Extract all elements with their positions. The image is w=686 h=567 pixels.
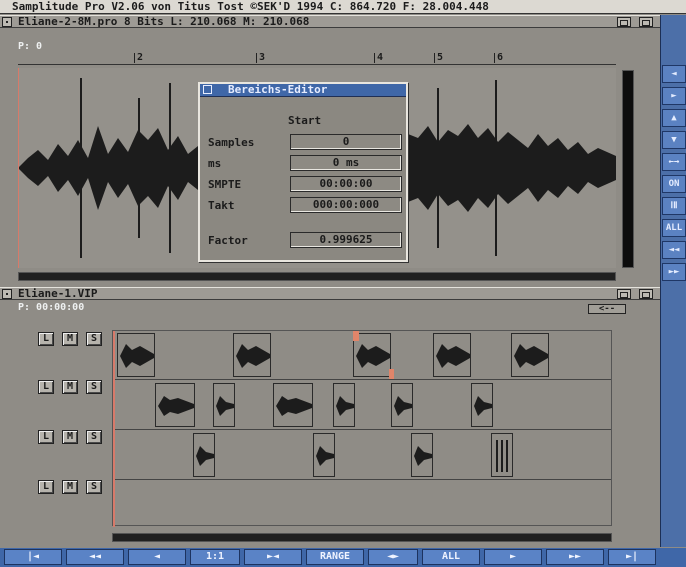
track-divider [113, 379, 611, 380]
close-icon[interactable] [2, 289, 12, 299]
track3-lock-button[interactable]: L [38, 430, 54, 444]
audio-clip[interactable] [411, 433, 433, 477]
audio-clip[interactable] [117, 333, 155, 377]
window2-position: P: 00:00:00 [18, 302, 85, 313]
track1-solo-button[interactable]: S [86, 332, 102, 346]
audio-clip[interactable] [511, 333, 549, 377]
zoom-1-1-button[interactable]: 1:1 [190, 549, 240, 565]
screen-title-bar: Samplitude Pro V2.06 von Titus Tost ©SEK… [0, 0, 686, 14]
window1-title: Eliane-2-8M.pro 8 Bits L: 210.068 M: 210… [18, 15, 310, 28]
goto-end-button[interactable]: ►| [608, 549, 656, 565]
audio-clip[interactable] [273, 383, 313, 427]
track3-mute-button[interactable]: M [62, 430, 78, 444]
sidebar-button-5[interactable]: ←→ [662, 153, 686, 171]
play-button[interactable]: ► [484, 549, 542, 565]
track4-lock-button[interactable]: L [38, 480, 54, 494]
forward-button[interactable]: ►► [546, 549, 604, 565]
range-button[interactable]: RANGE [306, 549, 364, 565]
track1-lock-button[interactable]: L [38, 332, 54, 346]
factor-field[interactable]: 0.999625 [290, 232, 402, 248]
marker-2[interactable]: 2 [134, 53, 143, 63]
dialog-title: Bereichs-Editor [228, 83, 328, 96]
depth-icon[interactable] [639, 289, 653, 299]
audio-clip[interactable] [313, 433, 335, 477]
zoom-in-button[interactable]: ►◄ [244, 549, 302, 565]
track-divider [113, 479, 611, 480]
sidebar-button-3[interactable]: ▲ [662, 109, 686, 127]
audio-clip[interactable] [391, 383, 413, 427]
zoom-icon[interactable] [617, 17, 631, 27]
track2-solo-button[interactable]: S [86, 380, 102, 394]
track3-solo-button[interactable]: S [86, 430, 102, 444]
factor-label: Factor [208, 234, 248, 247]
sidebar-button-8[interactable]: ALL [662, 219, 686, 237]
close-icon[interactable] [2, 17, 12, 27]
range-editor-dialog[interactable]: Bereichs-Editor Start Samples 0 ms 0 ms … [198, 82, 408, 262]
smpte-field[interactable]: 00:00:00 [290, 176, 402, 192]
sidebar-button-6[interactable]: ON [662, 175, 686, 193]
zoom-icon[interactable] [617, 289, 631, 299]
window2-title: Eliane-1.VIP [18, 287, 98, 300]
audio-clip[interactable] [213, 383, 235, 427]
marker-4[interactable]: 4 [374, 53, 383, 63]
audio-clip[interactable] [491, 433, 513, 477]
cue-marker[interactable] [389, 369, 394, 379]
track4-mute-button[interactable]: M [62, 480, 78, 494]
samples-field[interactable]: 0 [290, 134, 402, 150]
depth-icon[interactable] [639, 17, 653, 27]
sidebar-button-2[interactable]: ► [662, 87, 686, 105]
ms-label: ms [208, 157, 222, 170]
transport-toolbar: |◄ ◄◄ ◄ 1:1 ►◄ RANGE ◄► ALL ► ►► ►| [0, 548, 686, 567]
sidebar-button-10[interactable]: ►► [662, 263, 686, 281]
cue-marker[interactable] [353, 331, 359, 341]
sidebar-button-9[interactable]: ◄◄ [662, 241, 686, 259]
window1-ruler[interactable]: 2 3 4 5 6 [18, 53, 616, 65]
zoom-out-button[interactable]: ◄► [368, 549, 418, 565]
track-area[interactable] [112, 330, 612, 527]
takt-label: Takt [208, 199, 235, 212]
screen-title: Samplitude Pro V2.06 von Titus Tost ©SEK… [12, 0, 489, 13]
smpte-label: SMPTE [208, 178, 242, 191]
marker-3[interactable]: 3 [256, 53, 265, 63]
window1-title-bar[interactable]: Eliane-2-8M.pro 8 Bits L: 210.068 M: 210… [0, 15, 660, 28]
track4-solo-button[interactable]: S [86, 480, 102, 494]
marker-6[interactable]: 6 [494, 53, 503, 63]
window1-hscroll[interactable] [18, 272, 616, 281]
back-button[interactable]: ◄ [128, 549, 186, 565]
marker-5[interactable]: 5 [434, 53, 443, 63]
level-meter [622, 70, 634, 268]
scroll-arrows[interactable]: <-- [588, 304, 626, 314]
sidebar-button-4[interactable]: ▼ [662, 131, 686, 149]
takt-field[interactable]: 000:00:000 [290, 197, 402, 213]
dialog-close-icon[interactable] [203, 85, 212, 94]
audio-clip[interactable] [233, 333, 271, 377]
audio-clip[interactable] [333, 383, 355, 427]
tool-sidebar: ◄ ► ▲ ▼ ←→ ON ⅠⅡ ALL ◄◄ ►► [660, 15, 686, 547]
track2-lock-button[interactable]: L [38, 380, 54, 394]
sidebar-button-7[interactable]: ⅠⅡ [662, 197, 686, 215]
audio-clip[interactable] [155, 383, 195, 427]
samples-label: Samples [208, 136, 255, 149]
track-divider [113, 429, 611, 430]
dialog-header: Start [288, 114, 322, 127]
window2-title-bar[interactable]: Eliane-1.VIP [0, 287, 660, 300]
goto-start-button[interactable]: |◄ [4, 549, 62, 565]
all-button[interactable]: ALL [422, 549, 480, 565]
track1-mute-button[interactable]: M [62, 332, 78, 346]
track2-mute-button[interactable]: M [62, 380, 78, 394]
window1-position: P: 0 [18, 41, 43, 52]
audio-clip[interactable] [193, 433, 215, 477]
rewind-button[interactable]: ◄◄ [66, 549, 124, 565]
audio-clip[interactable] [471, 383, 493, 427]
ms-field[interactable]: 0 ms [290, 155, 402, 171]
audio-clip[interactable] [433, 333, 471, 377]
sidebar-button-1[interactable]: ◄ [662, 65, 686, 83]
dialog-title-bar[interactable]: Bereichs-Editor [200, 84, 406, 97]
window2-hscroll[interactable] [112, 533, 612, 542]
playhead [113, 331, 115, 527]
